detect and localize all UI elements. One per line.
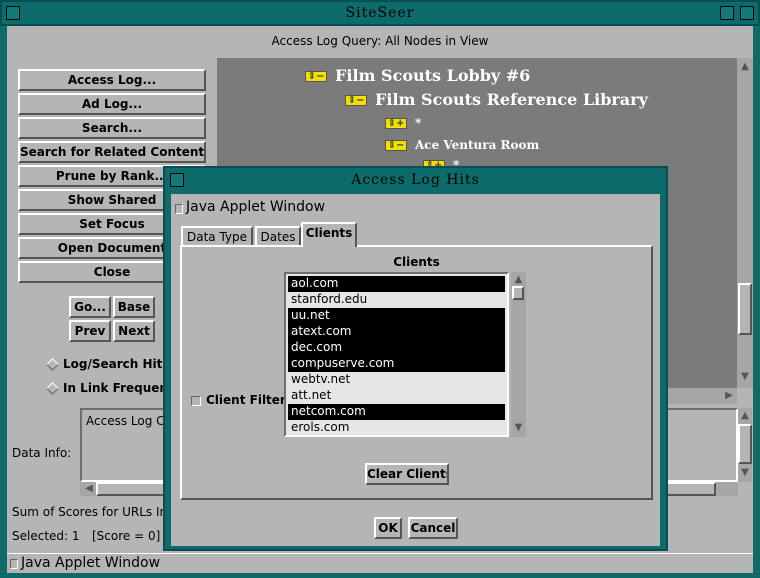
clients-scroll-up-icon[interactable]: ▲: [511, 273, 526, 287]
status-text: Java Applet Window: [21, 555, 161, 571]
data-info-vertical-scrollbar[interactable]: ▲ ▼: [738, 408, 752, 482]
minimize-button[interactable]: [720, 6, 734, 20]
list-item[interactable]: webtv.net: [288, 372, 505, 388]
dialog-title: Access Log Hits: [351, 172, 480, 188]
tree-node[interactable]: ⇕− Film Scouts Reference Library: [345, 90, 648, 109]
search-button[interactable]: Search...: [18, 117, 206, 139]
data-info-label: Data Info:: [12, 446, 72, 460]
window-menu-button[interactable]: [6, 6, 20, 20]
search-related-content-button[interactable]: Search for Related Content...: [18, 141, 206, 163]
scroll-right-icon[interactable]: ▶: [721, 389, 737, 403]
dialog-title-bar[interactable]: Access Log Hits: [165, 168, 666, 192]
data-info-scroll-thumb[interactable]: [738, 424, 752, 464]
list-item[interactable]: att.net: [288, 388, 505, 404]
list-item[interactable]: aol.com: [288, 276, 505, 292]
data-info-scroll-left-icon[interactable]: ◀: [82, 482, 96, 496]
tree-node[interactable]: ⇕− Ace Ventura Room: [385, 138, 539, 152]
log-search-radio[interactable]: [46, 358, 59, 371]
sum-scores-label: Sum of Scores for URLs In: [12, 505, 168, 519]
main-window-title: SiteSeer: [345, 5, 415, 21]
tree-node[interactable]: ⇕− Film Scouts Lobby #6: [305, 66, 530, 85]
main-status-bar: Java Applet Window: [7, 553, 753, 573]
list-item[interactable]: uu.net: [288, 308, 505, 324]
ad-log-button[interactable]: Ad Log...: [18, 93, 206, 115]
client-filter-checkbox[interactable]: [191, 396, 201, 406]
list-item[interactable]: atext.com: [288, 324, 505, 340]
clients-scroll-thumb[interactable]: [512, 286, 524, 300]
applet-indicator-icon: [10, 559, 18, 569]
tree-node-label: *: [415, 116, 422, 130]
list-item[interactable]: stanford.edu: [288, 292, 505, 308]
data-info-scroll-down-icon[interactable]: ▼: [738, 466, 752, 480]
clients-heading: Clients: [393, 255, 440, 269]
list-item[interactable]: compuserve.com: [288, 356, 505, 372]
tab-dates[interactable]: Dates: [255, 226, 301, 246]
dialog-menu-button[interactable]: [170, 173, 184, 187]
access-log-hits-dialog: Access Log Hits Java Applet Window Data …: [163, 166, 668, 551]
expand-icon[interactable]: ⇕+: [385, 118, 407, 129]
link-frequency-label: In Link Frequenc: [63, 381, 176, 395]
base-button[interactable]: Base: [113, 296, 155, 318]
dialog-panel: Java Applet Window Data Type Dates Clien…: [171, 194, 660, 546]
ok-button[interactable]: OK: [374, 517, 402, 539]
scroll-up-icon[interactable]: ▲: [737, 60, 753, 74]
log-search-label: Log/Search Hits: [63, 357, 170, 371]
dialog-applet-label: Java Applet Window: [186, 199, 326, 215]
dialog-applet-indicator-icon: [175, 204, 183, 214]
list-item[interactable]: dec.com: [288, 340, 505, 356]
main-title-bar[interactable]: SiteSeer: [0, 0, 760, 26]
prev-button[interactable]: Prev: [69, 320, 111, 342]
collapse-icon[interactable]: ⇕−: [385, 140, 407, 151]
tree-vertical-scrollbar[interactable]: ▲ ▼: [737, 58, 753, 388]
client-filter-label: Client Filter: [206, 393, 286, 407]
maximize-button[interactable]: [740, 6, 754, 20]
clients-tab-panel: Clients Client Filter aol.com stanford.ed…: [180, 245, 653, 500]
tree-node-label: Film Scouts Reference Library: [375, 90, 648, 109]
clients-list-scrollbar[interactable]: ▲ ▼: [511, 272, 526, 437]
scroll-thumb[interactable]: [738, 283, 752, 335]
go-button[interactable]: Go...: [69, 296, 111, 318]
tree-node-label: Ace Ventura Room: [415, 138, 540, 152]
access-log-button[interactable]: Access Log...: [18, 69, 206, 91]
scroll-down-icon[interactable]: ▼: [737, 370, 753, 384]
list-item[interactable]: erols.com: [288, 420, 505, 436]
selected-count: Selected: 1: [12, 529, 80, 543]
tab-data-type[interactable]: Data Type: [181, 226, 253, 246]
tree-node[interactable]: ⇕+ *: [385, 116, 421, 130]
tab-clients[interactable]: Clients: [301, 222, 357, 247]
clear-clients-button[interactable]: Clear Clients: [365, 463, 449, 485]
collapse-icon[interactable]: ⇕−: [305, 71, 327, 82]
cancel-button[interactable]: Cancel: [408, 517, 458, 539]
query-title: Access Log Query: All Nodes in View: [271, 34, 489, 48]
collapse-icon[interactable]: ⇕−: [345, 95, 367, 106]
next-button[interactable]: Next: [113, 320, 155, 342]
list-item[interactable]: netcom.com: [288, 404, 505, 420]
clients-list[interactable]: aol.com stanford.edu uu.net atext.com dec.co…: [284, 272, 509, 437]
link-frequency-radio[interactable]: [46, 382, 59, 395]
clients-scroll-down-icon[interactable]: ▼: [511, 421, 526, 435]
data-info-scroll-up-icon[interactable]: ▲: [738, 409, 752, 423]
tree-node-label: Film Scouts Lobby #6: [335, 66, 531, 85]
score-value: [Score = 0]: [92, 529, 161, 543]
